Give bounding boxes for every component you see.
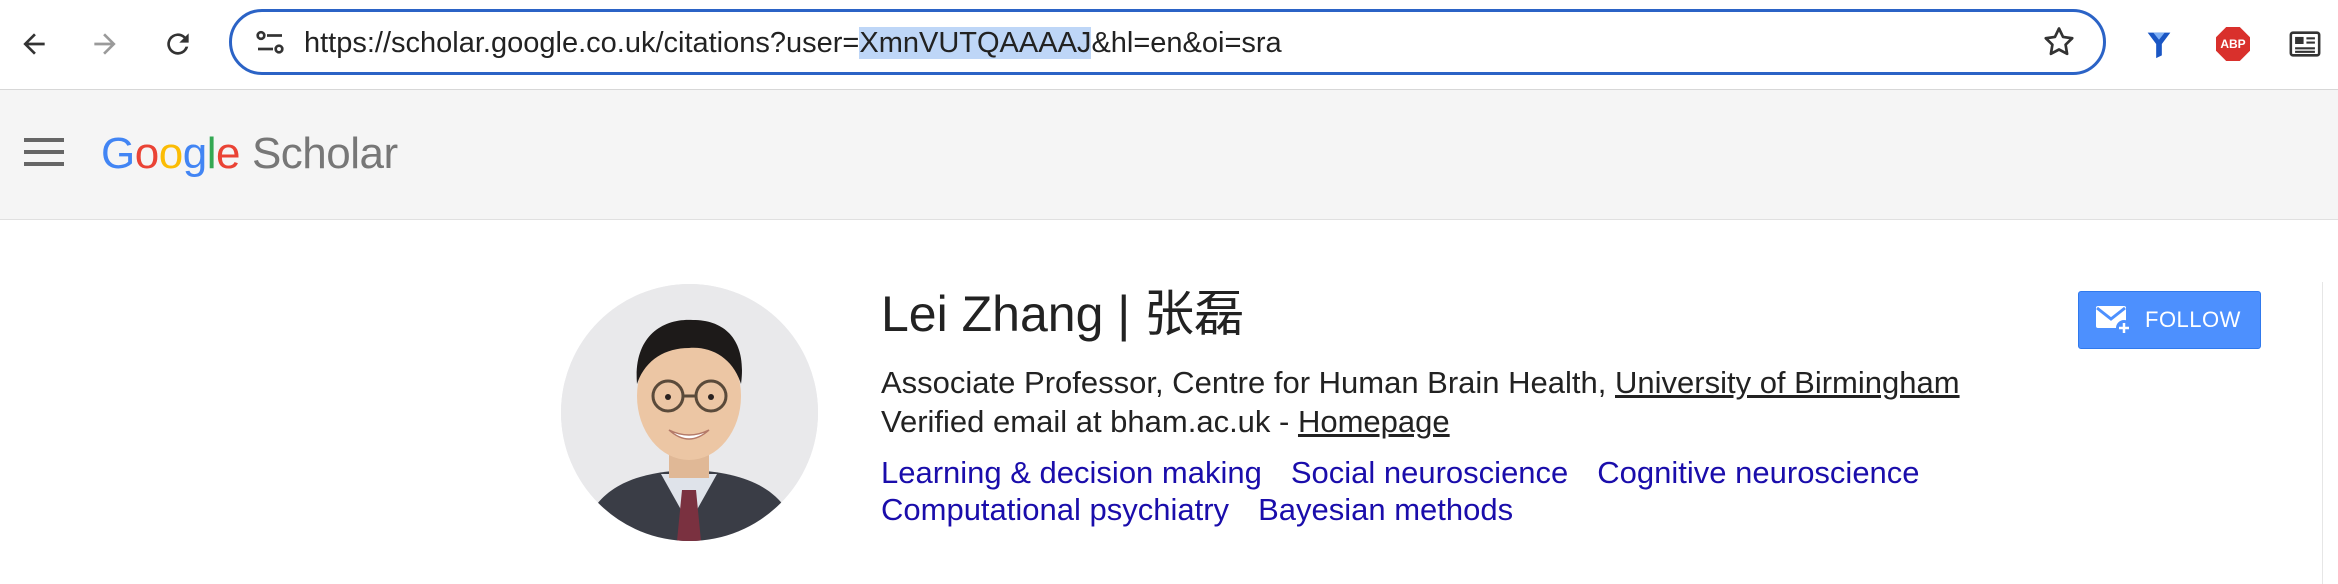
interest-link[interactable]: Cognitive neuroscience — [1597, 454, 1919, 491]
profile-email: Verified email at bham.ac.uk - Homepage — [881, 403, 1450, 441]
profile-photo — [561, 284, 818, 541]
divider — [2322, 282, 2323, 584]
forward-button[interactable] — [83, 22, 127, 66]
adblock-plus-icon[interactable]: ABP — [2213, 24, 2253, 64]
google-scholar-logo[interactable]: Google Scholar — [101, 126, 398, 182]
back-button[interactable] — [12, 22, 56, 66]
affiliation-link[interactable]: University of Birmingham — [1615, 365, 1960, 400]
interest-link[interactable]: Social neuroscience — [1291, 454, 1568, 491]
site-info-icon[interactable] — [252, 25, 288, 61]
forward-arrow-icon — [94, 33, 116, 55]
reload-button[interactable] — [156, 22, 200, 66]
mail-plus-icon — [2096, 306, 2132, 336]
affiliation-text: Associate Professor, Centre for Human Br… — [881, 365, 1615, 400]
logo-letter: o — [134, 129, 159, 178]
back-arrow-icon — [23, 33, 45, 55]
bookmark-star-icon[interactable] — [2041, 24, 2077, 60]
url-text[interactable]: https://scholar.google.co.uk/citations?u… — [304, 26, 1282, 60]
reader-view-icon[interactable] — [2285, 24, 2325, 64]
reload-icon — [167, 33, 189, 55]
interest-link[interactable]: Computational psychiatry — [881, 491, 1229, 528]
logo-letter: l — [206, 129, 217, 178]
email-text: Verified email at bham.ac.uk - — [881, 404, 1298, 439]
profile-name: Lei Zhang | 张磊 — [881, 286, 1245, 342]
menu-icon[interactable] — [24, 138, 64, 172]
follow-label: FOLLOW — [2145, 307, 2241, 332]
google-wordmark: Google — [101, 129, 240, 178]
follow-button[interactable]: FOLLOW — [2078, 291, 2261, 349]
browser-toolbar: https://scholar.google.co.uk/citations?u… — [0, 0, 2338, 90]
url-prefix: https://scholar.google.co.uk/citations?u… — [304, 27, 860, 59]
url-suffix: &hl=en&oi=sra — [1091, 27, 1282, 59]
abp-label: ABP — [2216, 27, 2250, 61]
homepage-link[interactable]: Homepage — [1298, 404, 1450, 439]
url-highlighted-user-id: XmnVUTQAAAAJ — [859, 27, 1092, 59]
scholar-header: Google Scholar — [0, 90, 2338, 220]
address-bar[interactable]: https://scholar.google.co.uk/citations?u… — [229, 9, 2106, 75]
interest-link[interactable]: Learning & decision making — [881, 454, 1262, 491]
logo-letter: G — [101, 129, 135, 178]
interest-link[interactable]: Bayesian methods — [1258, 491, 1513, 528]
research-interests: Learning & decision making Social neurosc… — [881, 454, 1981, 528]
logo-letter: e — [215, 129, 240, 178]
logo-letter: g — [182, 129, 207, 178]
logo-letter: o — [158, 129, 183, 178]
profile-affiliation: Associate Professor, Centre for Human Br… — [881, 364, 1960, 402]
pin-extension-icon[interactable] — [2139, 24, 2179, 64]
scholar-wordmark: Scholar — [251, 129, 398, 178]
